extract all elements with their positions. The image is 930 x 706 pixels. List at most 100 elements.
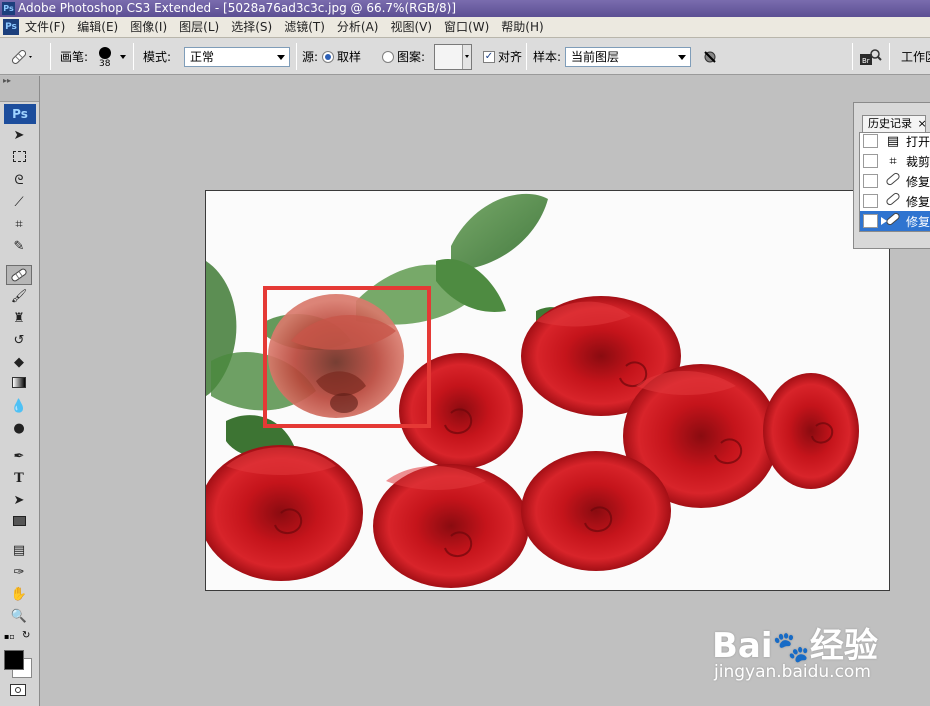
- radio-off-icon: [382, 50, 394, 63]
- brush-tool[interactable]: 🖌: [6, 287, 32, 307]
- tab-history[interactable]: 历史记录 ×: [862, 115, 927, 132]
- notes-tool[interactable]: ▤: [6, 541, 32, 561]
- history-snapshot-checkbox[interactable]: [863, 194, 878, 208]
- move-icon: ➤: [13, 128, 25, 143]
- tool-preset-picker[interactable]: [8, 38, 34, 75]
- source-pattern-radio[interactable]: 图案:: [382, 38, 425, 75]
- chevron-down-icon: [120, 55, 126, 59]
- rectangle-icon: [12, 516, 26, 526]
- path-selection-tool[interactable]: ➤: [6, 491, 32, 511]
- menu-view[interactable]: 视图(V): [384, 17, 438, 38]
- marquee-icon: [12, 151, 26, 162]
- chevron-down-icon: [465, 54, 469, 58]
- history-snapshot-checkbox[interactable]: [863, 214, 878, 228]
- menu-image[interactable]: 图像(I): [124, 17, 173, 38]
- bridge-button[interactable]: Br: [858, 38, 882, 75]
- zoom-tool[interactable]: 🔍: [6, 607, 32, 627]
- toolbox-grip[interactable]: ▸▸: [0, 76, 39, 102]
- magic-wand-icon: ⟋: [14, 195, 24, 210]
- patch-bandage-icon: [884, 172, 902, 190]
- menu-filter[interactable]: 滤镜(T): [278, 17, 331, 38]
- ignore-adjustment-layers-button[interactable]: [702, 38, 718, 75]
- ps-badge[interactable]: Ps: [4, 104, 36, 124]
- menu-analysis[interactable]: 分析(A): [331, 17, 385, 38]
- photoshop-logo-icon[interactable]: Ps: [3, 19, 19, 35]
- healing-brush-tool[interactable]: [6, 265, 32, 285]
- gradient-tool[interactable]: [6, 375, 32, 395]
- chevron-down-icon: [678, 54, 686, 60]
- mode-value: 正常: [190, 49, 215, 64]
- type-tool[interactable]: T: [6, 469, 32, 489]
- history-brush-tool[interactable]: ↺: [6, 331, 32, 351]
- brush-picker[interactable]: 38: [97, 38, 127, 75]
- history-snapshot-checkbox[interactable]: [863, 134, 878, 148]
- close-icon[interactable]: ×: [918, 117, 927, 130]
- history-tab-label: 历史记录: [868, 117, 912, 130]
- shape-tool[interactable]: [6, 513, 32, 533]
- mode-select[interactable]: 正常: [184, 46, 290, 67]
- healing-brush-icon: [11, 49, 32, 64]
- aligned-checkbox[interactable]: ✓ 对齐: [483, 38, 522, 75]
- dodge-tool[interactable]: ●: [6, 419, 32, 439]
- photoshop-app-icon: Ps: [2, 2, 15, 15]
- pattern-picker[interactable]: [434, 43, 472, 70]
- pen-icon: ✒: [13, 449, 25, 464]
- pen-tool[interactable]: ✒: [6, 447, 32, 467]
- history-state-label: 修复: [906, 194, 930, 209]
- crop-tool[interactable]: ⌗: [6, 215, 32, 235]
- quick-mask-icon[interactable]: [10, 684, 26, 696]
- slice-tool[interactable]: ✎: [6, 237, 32, 257]
- history-brush-icon: ↺: [13, 333, 25, 348]
- history-snapshot-checkbox[interactable]: [863, 154, 878, 168]
- move-tool[interactable]: ➤: [6, 126, 32, 146]
- brush-dot-icon: [99, 47, 111, 59]
- stamp-icon: ♜: [13, 311, 25, 326]
- source-sampled-radio[interactable]: 取样: [322, 38, 361, 75]
- history-state-heal-selected[interactable]: 修复: [860, 211, 930, 231]
- clone-stamp-tool[interactable]: ♜: [6, 309, 32, 329]
- swap-colors-icon[interactable]: ↻: [22, 630, 30, 641]
- chevron-down-icon: [277, 54, 285, 60]
- drop-icon: 💧: [10, 399, 28, 414]
- lasso-tool[interactable]: ᘓ: [6, 171, 32, 191]
- crop-icon: ⌗: [889, 153, 897, 169]
- annotation-highlight-box: [263, 286, 431, 428]
- sample-value: 当前图层: [571, 49, 620, 64]
- brush-size-value: 38: [99, 59, 111, 69]
- eraser-icon: ◆: [14, 355, 24, 370]
- toolbox: ▸▸ Ps ➤ ᘓ ⟋ ⌗ ✎ 🖌 ♜ ↺ ◆ 💧 ● ✒ T ➤ ▤ ✑ ✋ …: [0, 76, 40, 706]
- window-title-bar: Ps Adobe Photoshop CS3 Extended - [5028a…: [0, 0, 930, 17]
- menu-window[interactable]: 窗口(W): [438, 17, 495, 38]
- history-state-open[interactable]: ▤ 打开: [860, 131, 930, 151]
- history-state-heal[interactable]: 修复: [860, 171, 930, 191]
- menu-select[interactable]: 选择(S): [225, 17, 278, 38]
- menu-bar: Ps 文件(F) 编辑(E) 图像(I) 图层(L) 选择(S) 滤镜(T) 分…: [0, 17, 930, 38]
- hand-tool[interactable]: ✋: [6, 585, 32, 605]
- gradient-icon: [12, 377, 26, 388]
- history-state-crop[interactable]: ⌗ 裁剪: [860, 151, 930, 171]
- menu-file[interactable]: 文件(F): [19, 17, 71, 38]
- hand-icon: ✋: [10, 587, 28, 602]
- eyedropper-tool[interactable]: ✑: [6, 563, 32, 583]
- workspace-menu[interactable]: 工作区: [901, 48, 930, 65]
- default-colors-icon[interactable]: ▪▫: [4, 632, 15, 641]
- checkmark-icon: ✓: [483, 50, 495, 63]
- history-state-label: 修复: [906, 174, 930, 189]
- aligned-label: 对齐: [498, 50, 523, 64]
- brush-label: 画笔:: [60, 50, 89, 64]
- arrow-icon: ➤: [13, 493, 25, 508]
- foreground-color-swatch[interactable]: [4, 650, 24, 670]
- blur-tool[interactable]: 💧: [6, 397, 32, 417]
- history-snapshot-checkbox[interactable]: [863, 174, 878, 188]
- marquee-tool[interactable]: [6, 149, 32, 169]
- magic-wand-tool[interactable]: ⟋: [6, 193, 32, 213]
- tool-options-bar: 画笔: 38 模式: 正常 源: 取样 图案: ✓ 对齐 样本: 当前图层 Br…: [0, 38, 930, 75]
- sample-layers-select[interactable]: 当前图层: [565, 46, 691, 67]
- menu-edit[interactable]: 编辑(E): [71, 17, 124, 38]
- eraser-tool[interactable]: ◆: [6, 353, 32, 373]
- menu-layer[interactable]: 图层(L): [173, 17, 225, 38]
- pattern-label: 图案:: [397, 50, 426, 64]
- history-state-heal[interactable]: 修复: [860, 191, 930, 211]
- watermark-jingyan-text: 经验: [809, 626, 878, 666]
- menu-help[interactable]: 帮助(H): [495, 17, 549, 38]
